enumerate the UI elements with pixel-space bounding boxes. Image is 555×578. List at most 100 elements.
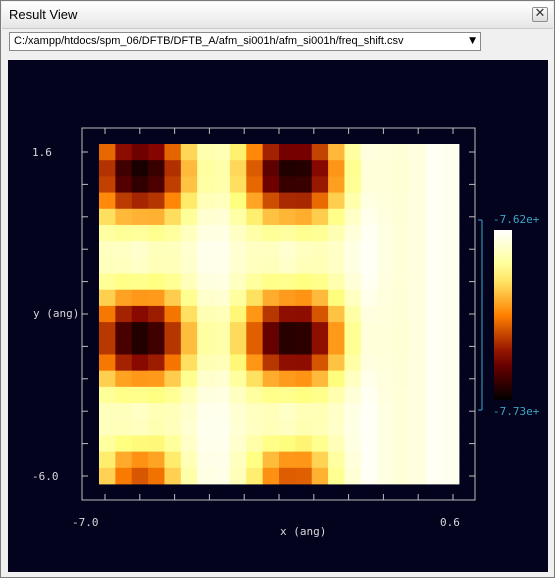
heatmap-cell <box>164 338 182 355</box>
heatmap-cell <box>99 322 116 339</box>
heatmap-cell <box>377 338 394 355</box>
heatmap-cell <box>377 370 394 388</box>
colorbar-min-label: -7.73e+ <box>493 405 540 418</box>
heatmap-cell <box>115 241 133 258</box>
chevron-down-icon[interactable]: ▼ <box>469 36 476 46</box>
heatmap-cell <box>360 386 378 404</box>
heatmap-cell <box>393 241 411 258</box>
close-button[interactable]: ✕ <box>532 7 548 22</box>
heatmap-cell <box>164 403 182 420</box>
heatmap-cell <box>409 192 427 210</box>
heatmap-cell <box>262 273 280 291</box>
heatmap-cell <box>393 224 411 242</box>
heatmap-cell <box>246 241 264 258</box>
heatmap-cell <box>311 208 329 226</box>
heatmap-cell <box>426 467 444 485</box>
heatmap-cell <box>164 467 182 485</box>
heatmap-cell <box>262 208 280 226</box>
heatmap-cell <box>180 370 198 388</box>
y-tick-label-bottom: -6.0 <box>32 470 59 483</box>
heatmap-cell <box>180 403 198 420</box>
heatmap-cell <box>213 273 231 291</box>
heatmap-cell <box>180 338 198 355</box>
heatmap-cell <box>99 354 116 372</box>
heatmap-cell <box>213 338 231 355</box>
heatmap-cell <box>164 273 182 291</box>
heatmap-cell <box>148 144 165 161</box>
heatmap-cell <box>377 435 394 453</box>
heatmap-cell <box>213 192 231 210</box>
heatmap-cell <box>115 176 133 193</box>
heatmap-cell <box>279 451 296 469</box>
heatmap-cell <box>295 273 313 291</box>
heatmap-cell <box>180 419 198 436</box>
heatmap-cell <box>295 241 313 258</box>
heatmap-cell <box>279 435 296 453</box>
heatmap-cell <box>262 176 280 193</box>
heatmap-cell <box>409 403 427 420</box>
heatmap-cell <box>262 370 280 388</box>
heatmap-cell <box>311 273 329 291</box>
heatmap-cell <box>213 467 231 485</box>
heatmap-cell <box>197 467 214 485</box>
heatmap-cell <box>229 192 247 210</box>
heatmap-cell <box>426 338 444 355</box>
heatmap-cell <box>246 257 264 274</box>
heatmap-cell <box>279 467 296 485</box>
heatmap-cell <box>409 386 427 404</box>
heatmap-cell <box>426 370 444 388</box>
heatmap-cell <box>377 192 394 210</box>
heatmap-cell <box>279 289 296 307</box>
heatmap-cell <box>442 273 460 291</box>
heatmap-cell <box>442 403 460 420</box>
heatmap-cell <box>344 192 362 210</box>
heatmap-cell <box>426 435 444 453</box>
heatmap-cell <box>328 176 345 193</box>
heatmap-cell <box>262 386 280 404</box>
heatmap-cell <box>180 435 198 453</box>
x-tick-label-left: -7.0 <box>72 516 99 529</box>
heatmap-cell <box>229 451 247 469</box>
heatmap-cell <box>409 289 427 307</box>
heatmap-cell <box>295 289 313 307</box>
heatmap-cell <box>426 192 444 210</box>
heatmap-cell <box>131 467 149 485</box>
heatmap-cell <box>197 403 214 420</box>
heatmap-cell <box>344 257 362 274</box>
heatmap-cell <box>148 451 165 469</box>
heatmap-cell <box>99 467 116 485</box>
heatmap-cell <box>131 208 149 226</box>
heatmap-cell <box>442 451 460 469</box>
heatmap-cell <box>229 386 247 404</box>
title-bar[interactable]: Result View ✕ <box>2 2 553 29</box>
heatmap-cell <box>360 224 378 242</box>
heatmap-cell <box>426 403 444 420</box>
heatmap-cell <box>180 273 198 291</box>
heatmap-cell <box>262 144 280 161</box>
heatmap-cell <box>328 435 345 453</box>
heatmap-cell <box>180 224 198 242</box>
heatmap-cell <box>409 322 427 339</box>
heatmap-cell <box>115 273 133 291</box>
heatmap-cell <box>213 435 231 453</box>
heatmap-cell <box>246 338 264 355</box>
heatmap-cell <box>197 224 214 242</box>
heatmap-cell <box>164 257 182 274</box>
heatmap-cell <box>229 322 247 339</box>
heatmap-cell <box>442 192 460 210</box>
heatmap-cell <box>197 192 214 210</box>
heatmap-cell <box>197 160 214 177</box>
heatmap-cell <box>213 241 231 258</box>
heatmap-cell <box>131 451 149 469</box>
heatmap-cell <box>262 192 280 210</box>
heatmap-cell <box>426 451 444 469</box>
heatmap-cell <box>328 403 345 420</box>
heatmap-cell <box>295 354 313 372</box>
heatmap-cell <box>279 176 296 193</box>
heatmap-cell <box>164 289 182 307</box>
heatmap-cell <box>393 176 411 193</box>
file-path-dropdown[interactable]: C:/xampp/htdocs/spm_06/DFTB/DFTB_A/afm_s… <box>9 32 481 51</box>
heatmap-cell <box>344 386 362 404</box>
heatmap-cell <box>328 224 345 242</box>
heatmap-cell <box>442 144 460 161</box>
